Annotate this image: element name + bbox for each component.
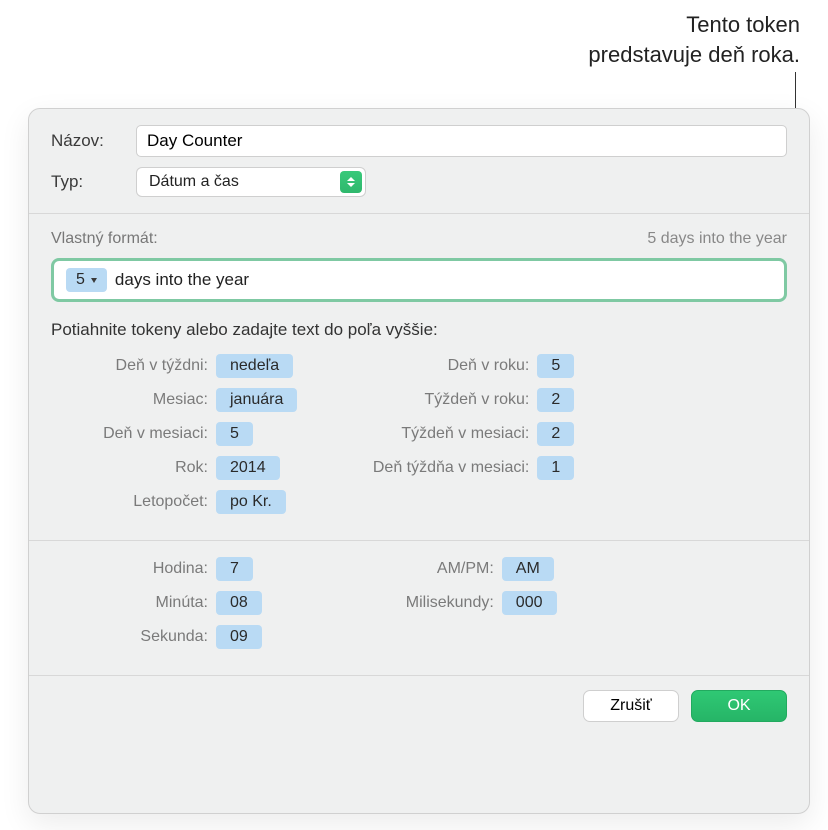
time-tokens-left: Hodina:7 Minúta:08 Sekunda:09	[51, 557, 262, 659]
format-token-value: 5	[76, 271, 85, 289]
token-label: Rok:	[51, 459, 216, 477]
instruction-text: Potiahnite tokeny alebo zadajte text do …	[51, 320, 787, 340]
time-tokens-right: AM/PM:AM Milisekundy:000	[302, 557, 557, 659]
token-day-of-year[interactable]: 5	[537, 354, 574, 378]
date-tokens-left: Deň v týždni:nedeľa Mesiac:januára Deň v…	[51, 354, 297, 524]
token-week-of-year[interactable]: 2	[537, 388, 574, 412]
format-preview: 5 days into the year	[647, 230, 787, 248]
token-weekday-of-month[interactable]: 1	[537, 456, 574, 480]
token-label: Hodina:	[51, 560, 216, 578]
token-label: Deň týždňa v mesiaci:	[337, 459, 537, 477]
token-day-of-week[interactable]: nedeľa	[216, 354, 293, 378]
token-second[interactable]: 09	[216, 625, 262, 649]
token-label: Minúta:	[51, 594, 216, 612]
dialog-footer: Zrušiť OK	[29, 675, 809, 736]
token-label: Letopočet:	[51, 493, 216, 511]
name-input[interactable]	[136, 125, 787, 157]
token-hour[interactable]: 7	[216, 557, 253, 581]
type-select[interactable]: Dátum a čas	[136, 167, 366, 197]
time-tokens-grid: Hodina:7 Minúta:08 Sekunda:09 AM/PM:AM M…	[51, 557, 787, 659]
token-year[interactable]: 2014	[216, 456, 280, 480]
token-week-of-month[interactable]: 2	[537, 422, 574, 446]
token-label: AM/PM:	[302, 560, 502, 578]
callout-line1: Tento token	[588, 10, 800, 40]
callout-text: Tento token predstavuje deň roka.	[588, 10, 800, 69]
token-label: Týždeň v mesiaci:	[337, 425, 537, 443]
format-section: Vlastný formát: 5 days into the year 5 d…	[29, 213, 809, 540]
token-label: Mesiac:	[51, 391, 216, 409]
token-label: Milisekundy:	[302, 594, 502, 612]
type-select-value: Dátum a čas	[149, 173, 239, 191]
token-month[interactable]: januára	[216, 388, 297, 412]
format-editor[interactable]: 5 days into the year	[51, 258, 787, 302]
type-label: Typ:	[51, 172, 136, 192]
token-label: Deň v roku:	[337, 357, 537, 375]
date-tokens-grid: Deň v týždni:nedeľa Mesiac:januára Deň v…	[51, 354, 787, 524]
token-label: Deň v mesiaci:	[51, 425, 216, 443]
token-ms[interactable]: 000	[502, 591, 557, 615]
token-label: Týždeň v roku:	[337, 391, 537, 409]
cancel-button[interactable]: Zrušiť	[583, 690, 679, 722]
format-token-day-of-year[interactable]: 5	[66, 268, 107, 292]
token-era[interactable]: po Kr.	[216, 490, 286, 514]
ok-button[interactable]: OK	[691, 690, 787, 722]
custom-format-dialog: Názov: Typ: Dátum a čas Vlastný formát: …	[28, 108, 810, 814]
format-text: days into the year	[115, 270, 249, 290]
updown-icon	[340, 171, 362, 193]
custom-format-label: Vlastný formát:	[51, 230, 158, 248]
time-tokens-section: Hodina:7 Minúta:08 Sekunda:09 AM/PM:AM M…	[29, 540, 809, 675]
date-tokens-right: Deň v roku:5 Týždeň v roku:2 Týždeň v me…	[337, 354, 574, 524]
token-minute[interactable]: 08	[216, 591, 262, 615]
token-day-of-month[interactable]: 5	[216, 422, 253, 446]
name-label: Názov:	[51, 131, 136, 151]
header-section: Názov: Typ: Dátum a čas	[29, 109, 809, 213]
token-ampm[interactable]: AM	[502, 557, 554, 581]
callout-line2: predstavuje deň roka.	[588, 40, 800, 70]
token-label: Sekunda:	[51, 628, 216, 646]
token-label: Deň v týždni:	[51, 357, 216, 375]
